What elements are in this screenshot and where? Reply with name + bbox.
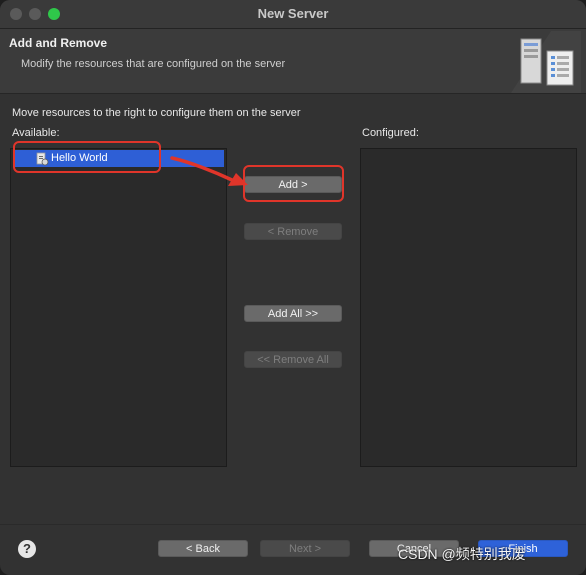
add-button-highlight bbox=[243, 165, 344, 202]
available-list[interactable]: Hello World bbox=[10, 148, 227, 467]
watermark: CSDN @频特别我废 bbox=[398, 546, 526, 562]
server-icon bbox=[511, 31, 581, 93]
new-server-dialog: New Server Add and Remove Modify the res… bbox=[0, 0, 586, 575]
page-description: Modify the resources that are configured… bbox=[21, 58, 286, 70]
remove-button[interactable]: < Remove bbox=[244, 223, 342, 240]
help-icon[interactable]: ? bbox=[18, 540, 36, 558]
remove-all-button[interactable]: << Remove All bbox=[244, 351, 342, 368]
back-button[interactable]: < Back bbox=[158, 540, 248, 557]
configured-list[interactable] bbox=[360, 148, 577, 467]
next-button[interactable]: Next > bbox=[260, 540, 350, 557]
wizard-header: Add and Remove Modify the resources that… bbox=[0, 29, 586, 93]
annotation-arrow-icon bbox=[170, 156, 248, 186]
hello-world-highlight bbox=[13, 141, 161, 173]
add-all-button[interactable]: Add All >> bbox=[244, 305, 342, 322]
window-title: New Server bbox=[257, 6, 329, 21]
header-divider bbox=[0, 93, 586, 94]
instruction-text: Move resources to the right to configure… bbox=[12, 107, 301, 119]
available-label: Available: bbox=[12, 127, 60, 139]
configured-label: Configured: bbox=[362, 127, 419, 139]
page-title: Add and Remove bbox=[9, 36, 108, 50]
title-bar: New Server bbox=[0, 0, 586, 29]
footer-divider bbox=[0, 524, 586, 525]
